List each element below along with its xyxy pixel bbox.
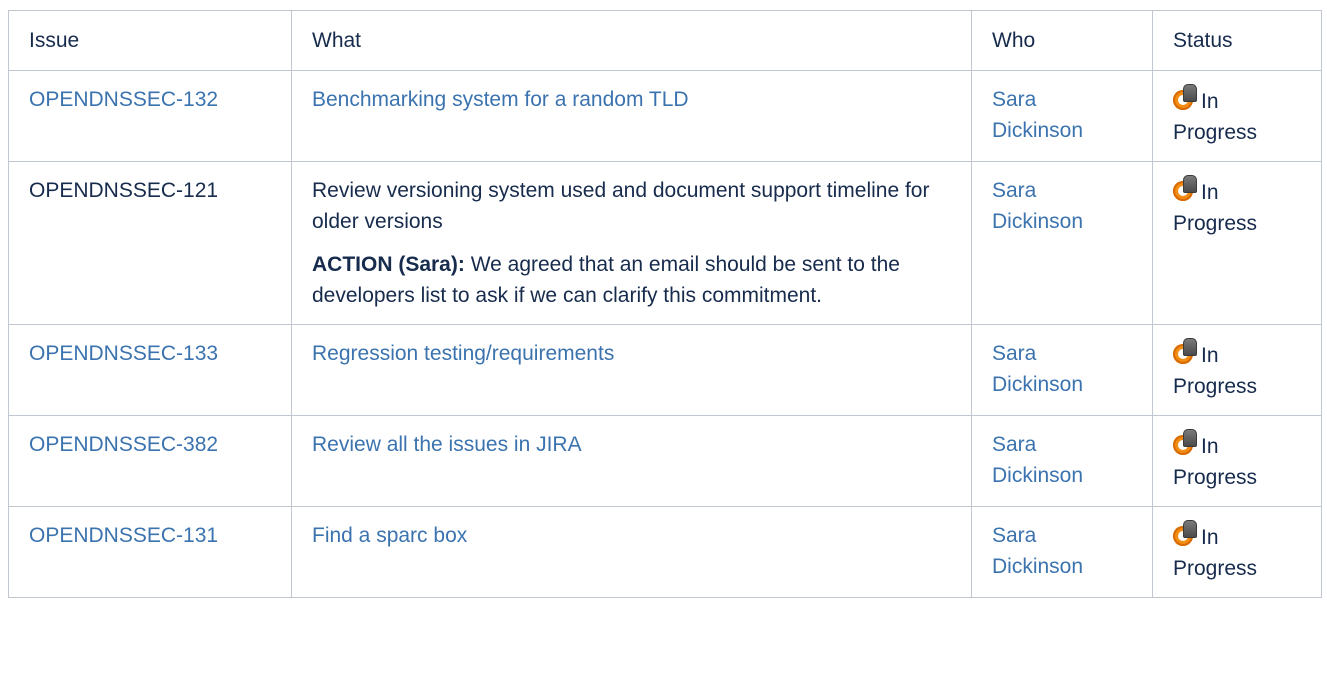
status-label-first: In [1201,526,1219,549]
issue-link[interactable]: OPENDNSSEC-131 [29,524,218,547]
in-progress-icon [1173,520,1197,546]
issue-link[interactable]: OPENDNSSEC-133 [29,342,218,365]
issue-cell: OPENDNSSEC-121 [8,161,292,325]
what-link[interactable]: Review all the issues in JIRA [312,433,582,456]
column-header-status: Status [1152,10,1322,71]
column-header-who: Who [971,10,1153,71]
status-label-last: Progress [1173,212,1258,235]
status-cell: In Progress [1152,506,1322,598]
status-cell: In Progress [1152,415,1322,507]
status-label-first: In [1201,90,1219,113]
table-row: OPENDNSSEC-131 Find a sparc box Sara Dick… [8,506,1322,598]
assignee-last-name: Dickinson [992,555,1084,578]
in-progress-icon [1173,84,1197,110]
table-row: OPENDNSSEC-133 Regression testing/requir… [8,324,1322,416]
table-row: OPENDNSSEC-121 Review versioning system … [8,161,1322,325]
what-cell: Review versioning system used and docume… [291,161,972,325]
assignee-link[interactable]: Sara Dickinson [992,520,1083,582]
status-label-first: In [1201,435,1219,458]
assignee-first-name: Sara [992,433,1037,456]
assignee-first-name: Sara [992,88,1037,111]
what-cell: Find a sparc box [291,506,972,598]
issues-table: Issue What Who Status OPENDNSSEC-132 Ben… [8,10,1322,598]
in-progress-icon [1173,429,1197,455]
assignee-last-name: Dickinson [992,210,1084,233]
issue-id: OPENDNSSEC-121 [29,179,219,202]
column-header-issue: Issue [8,10,292,71]
assignee-last-name: Dickinson [992,119,1084,142]
issue-cell: OPENDNSSEC-382 [8,415,292,507]
what-cell: Review all the issues in JIRA [291,415,972,507]
in-progress-icon [1173,338,1197,364]
status-label-first: In [1201,181,1219,204]
table-header-row: Issue What Who Status [8,10,1322,71]
status-label-last: Progress [1173,121,1258,144]
in-progress-icon [1173,175,1197,201]
action-note: ACTION (Sara): We agreed that an email s… [312,249,951,311]
who-cell: Sara Dickinson [971,324,1153,416]
assignee-first-name: Sara [992,179,1037,202]
issues-table-container: Issue What Who Status OPENDNSSEC-132 Ben… [8,10,1322,598]
issue-link[interactable]: OPENDNSSEC-382 [29,433,218,456]
who-cell: Sara Dickinson [971,161,1153,325]
what-cell: Regression testing/requirements [291,324,972,416]
status-cell: In Progress [1152,70,1322,162]
what-link[interactable]: Regression testing/requirements [312,342,614,365]
status-cell: In Progress [1152,161,1322,325]
assignee-link[interactable]: Sara Dickinson [992,175,1083,237]
table-row: OPENDNSSEC-382 Review all the issues in … [8,415,1322,507]
what-link[interactable]: Benchmarking system for a random TLD [312,88,689,111]
assignee-last-name: Dickinson [992,464,1084,487]
assignee-first-name: Sara [992,342,1037,365]
assignee-link[interactable]: Sara Dickinson [992,84,1083,146]
column-header-what: What [291,10,972,71]
who-cell: Sara Dickinson [971,415,1153,507]
what-cell: Benchmarking system for a random TLD [291,70,972,162]
status-cell: In Progress [1152,324,1322,416]
assignee-link[interactable]: Sara Dickinson [992,338,1083,400]
action-label: ACTION (Sara): [312,253,465,276]
table-row: OPENDNSSEC-132 Benchmarking system for a… [8,70,1322,162]
status-label-last: Progress [1173,466,1258,489]
issue-cell: OPENDNSSEC-132 [8,70,292,162]
assignee-last-name: Dickinson [992,373,1084,396]
issue-link[interactable]: OPENDNSSEC-132 [29,88,218,111]
assignee-first-name: Sara [992,524,1037,547]
who-cell: Sara Dickinson [971,70,1153,162]
assignee-link[interactable]: Sara Dickinson [992,429,1083,491]
status-label-first: In [1201,344,1219,367]
status-label-last: Progress [1173,375,1258,398]
status-label-last: Progress [1173,557,1258,580]
issue-cell: OPENDNSSEC-133 [8,324,292,416]
what-link[interactable]: Find a sparc box [312,524,467,547]
who-cell: Sara Dickinson [971,506,1153,598]
issue-cell: OPENDNSSEC-131 [8,506,292,598]
what-text: Review versioning system used and docume… [312,179,930,233]
